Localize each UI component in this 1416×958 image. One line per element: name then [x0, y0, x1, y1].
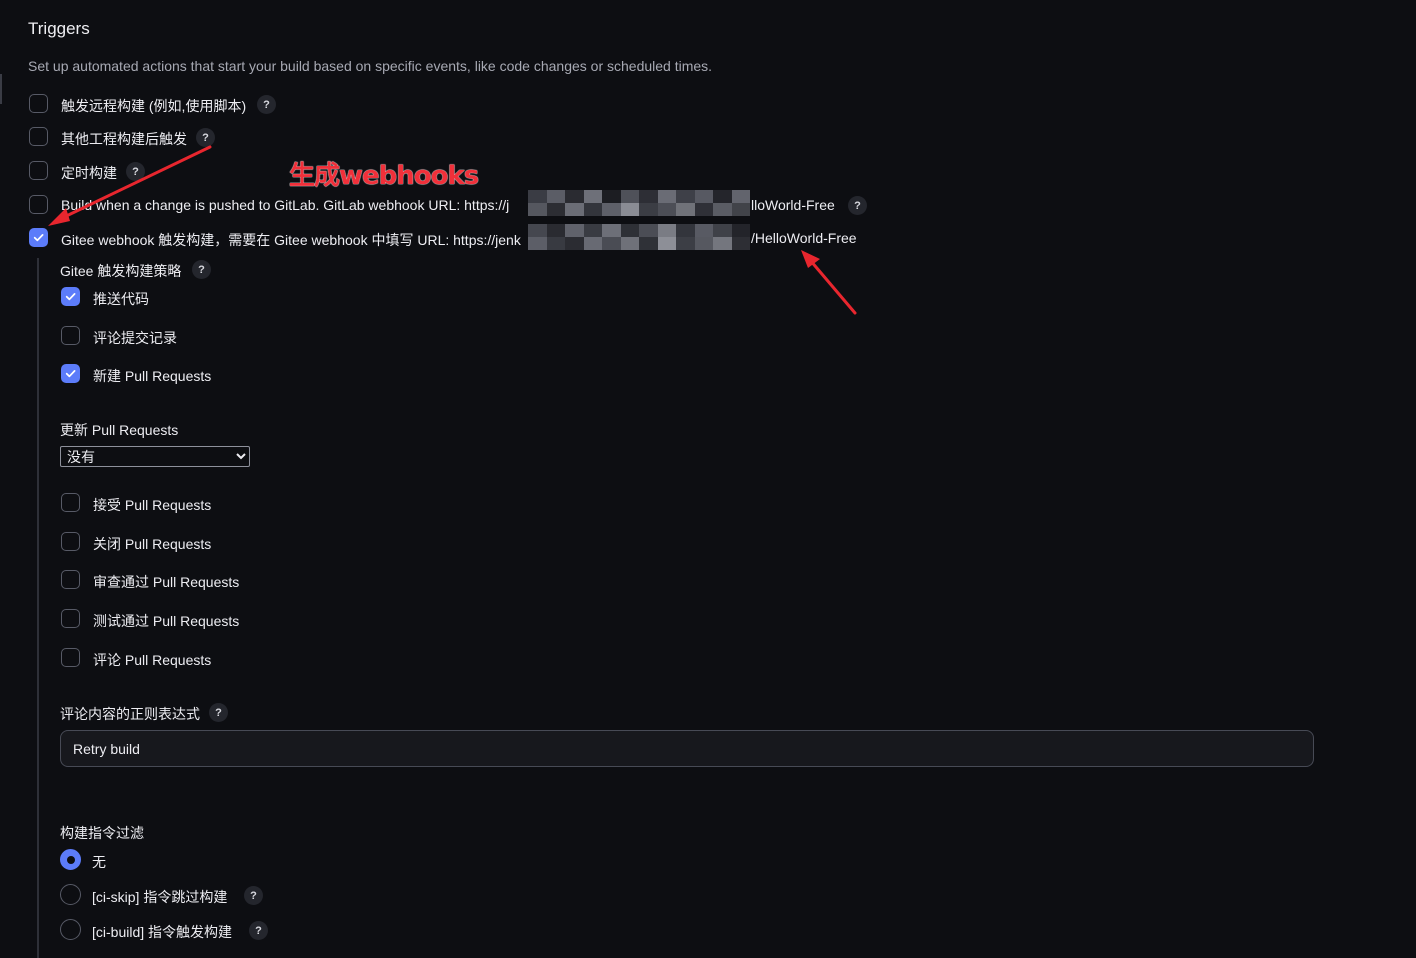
section-title: Triggers: [28, 19, 90, 38]
filter-label: 构建指令过滤: [60, 825, 144, 841]
strategy-commit-comment-label: 评论提交记录: [93, 330, 177, 346]
arrow-icon: [48, 145, 212, 226]
strategy-new-pr-label: 新建 Pull Requests: [93, 368, 212, 384]
arrow-icon: [801, 250, 857, 315]
pr-test-passed-label: 测试通过 Pull Requests: [93, 613, 240, 629]
pr-approve-label: 审查通过 Pull Requests: [93, 574, 240, 590]
pr-comment-checkbox[interactable]: [61, 648, 80, 667]
nested-options-guide-line: [37, 258, 39, 958]
trigger-cron-checkbox[interactable]: [29, 161, 48, 180]
pr-test-passed-checkbox[interactable]: [61, 609, 80, 628]
pr-close-label: 关闭 Pull Requests: [93, 536, 212, 552]
annotation-text: 生成webhooks: [289, 161, 479, 191]
filter-none-label: 无: [92, 854, 106, 870]
help-icon[interactable]: ?: [244, 886, 263, 905]
regex-label: 评论内容的正则表达式: [60, 706, 200, 722]
redacted-url-pixelation: [528, 224, 750, 250]
strategy-new-pr-checkbox[interactable]: [61, 364, 80, 383]
help-icon[interactable]: ?: [848, 196, 867, 215]
trigger-gitee-checkbox[interactable]: [29, 228, 48, 247]
pr-accept-label: 接受 Pull Requests: [93, 497, 212, 513]
pr-comment-label: 评论 Pull Requests: [93, 652, 212, 668]
section-edge-marker: [0, 74, 2, 104]
help-icon[interactable]: ?: [249, 921, 268, 940]
filter-ci-skip-radio[interactable]: [60, 884, 81, 905]
pr-close-checkbox[interactable]: [61, 532, 80, 551]
filter-ci-skip-label: [ci-skip] 指令跳过构建: [92, 889, 228, 905]
gitee-strategy-label: Gitee 触发构建策略: [60, 263, 182, 279]
trigger-gitee-label-prefix: Gitee webhook 触发构建，需要在 Gitee webhook 中填写…: [61, 232, 521, 248]
update-pr-select[interactable]: 没有: [60, 446, 250, 467]
strategy-push-checkbox[interactable]: [61, 287, 80, 306]
checkmark-icon: [33, 234, 44, 242]
trigger-gitlab-checkbox[interactable]: [29, 195, 48, 214]
help-icon[interactable]: ?: [257, 95, 276, 114]
filter-ci-build-radio[interactable]: [60, 919, 81, 940]
trigger-gitlab-label-prefix: Build when a change is pushed to GitLab.…: [61, 197, 510, 213]
checkmark-icon: [65, 293, 76, 301]
trigger-remote-label: 触发远程构建 (例如,使用脚本): [61, 98, 247, 114]
redacted-url-pixelation: [528, 190, 750, 216]
section-description: Set up automated actions that start your…: [28, 58, 713, 74]
trigger-upstream-checkbox[interactable]: [29, 127, 48, 146]
strategy-commit-comment-checkbox[interactable]: [61, 326, 80, 345]
pr-approve-checkbox[interactable]: [61, 570, 80, 589]
help-icon[interactable]: ?: [126, 162, 145, 181]
strategy-push-label: 推送代码: [93, 291, 149, 307]
trigger-gitee-label-suffix: /HelloWorld-Free: [751, 230, 857, 246]
checkmark-icon: [65, 370, 76, 378]
trigger-cron-label: 定时构建: [61, 165, 117, 181]
pr-accept-checkbox[interactable]: [61, 493, 80, 512]
help-icon[interactable]: ?: [192, 260, 211, 279]
trigger-gitlab-label-suffix: lloWorld-Free: [751, 197, 835, 213]
trigger-remote-checkbox[interactable]: [29, 94, 48, 113]
filter-none-radio[interactable]: [60, 849, 81, 870]
filter-ci-build-label: [ci-build] 指令触发构建: [92, 924, 233, 940]
update-pr-label: 更新 Pull Requests: [60, 422, 179, 438]
trigger-upstream-label: 其他工程构建后触发: [61, 131, 187, 147]
help-icon[interactable]: ?: [209, 703, 228, 722]
help-icon[interactable]: ?: [196, 128, 215, 147]
regex-input[interactable]: [60, 730, 1314, 767]
